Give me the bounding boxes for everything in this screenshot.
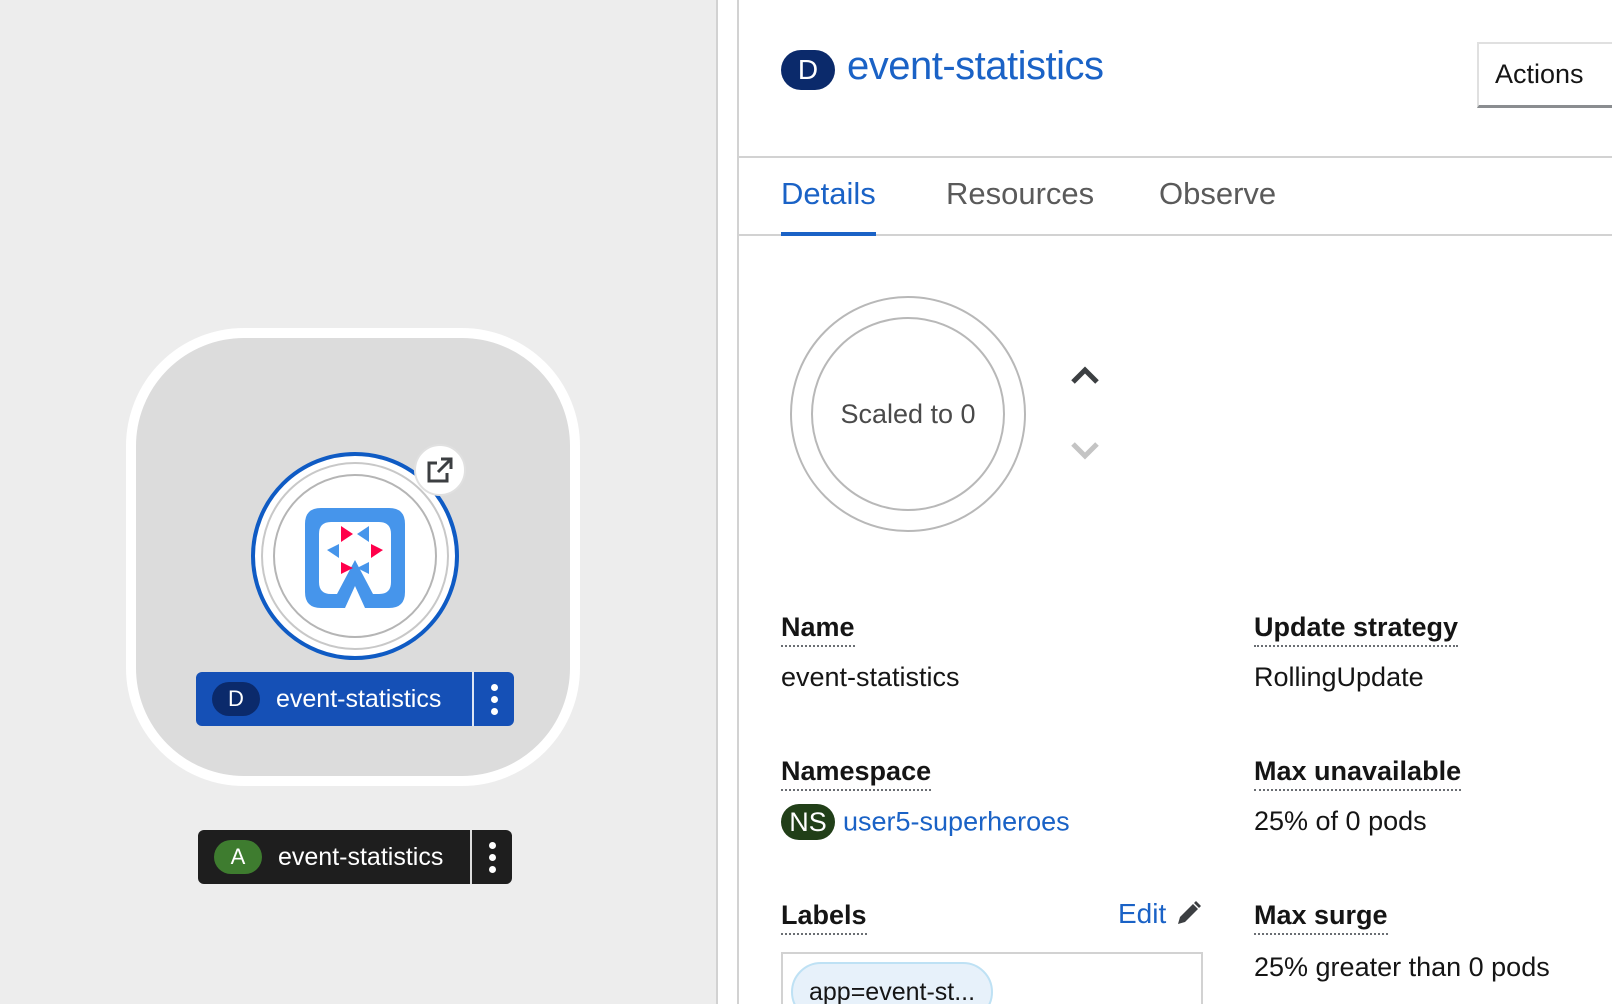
application-badge: A bbox=[214, 840, 262, 874]
deployment-node-label[interactable]: D event-statistics bbox=[196, 672, 514, 726]
panel-header: D event-statistics Actions bbox=[739, 0, 1612, 158]
external-link-icon bbox=[427, 457, 453, 483]
max-surge-value: 25% greater than 0 pods bbox=[1254, 952, 1550, 982]
name-label: Name bbox=[781, 612, 855, 647]
edit-labels-button[interactable]: Edit bbox=[1118, 898, 1202, 930]
chevron-up-icon[interactable] bbox=[1069, 362, 1101, 390]
kebab-menu-icon[interactable] bbox=[472, 672, 514, 726]
max-unavailable-label: Max unavailable bbox=[1254, 756, 1462, 791]
resource-title[interactable]: event-statistics bbox=[847, 44, 1104, 89]
application-group-name: event-statistics bbox=[278, 842, 444, 871]
panel-tabs: Details Resources Observe bbox=[739, 158, 1612, 236]
pod-status-text: Scaled to 0 bbox=[811, 317, 1005, 511]
edit-labels-text: Edit bbox=[1118, 898, 1167, 929]
namespace-link[interactable]: user5-superheroes bbox=[843, 807, 1070, 837]
max-surge-label: Max surge bbox=[1254, 900, 1388, 935]
chevron-down-icon[interactable] bbox=[1069, 436, 1101, 464]
pencil-icon bbox=[1178, 901, 1202, 924]
topology-canvas[interactable]: D event-statistics A event-statistics bbox=[0, 0, 718, 1004]
name-value: event-statistics bbox=[781, 662, 960, 692]
application-group-label[interactable]: A event-statistics bbox=[198, 830, 512, 884]
max-unavailable-value: 25% of 0 pods bbox=[1254, 806, 1427, 836]
resource-badge: D bbox=[781, 50, 835, 90]
tab-details[interactable]: Details bbox=[781, 176, 876, 236]
label-chip[interactable]: app=event-st... bbox=[791, 962, 994, 1004]
quarkus-logo-icon bbox=[305, 508, 405, 608]
labels-label: Labels bbox=[781, 900, 867, 935]
kebab-menu-icon[interactable] bbox=[470, 830, 512, 884]
actions-button[interactable]: Actions bbox=[1477, 42, 1612, 108]
resource-side-panel: D event-statistics Actions Details Resou… bbox=[737, 0, 1612, 1004]
pod-ring-chart: Scaled to 0 bbox=[790, 296, 1026, 532]
namespace-label: Namespace bbox=[781, 756, 932, 791]
open-url-button[interactable] bbox=[414, 444, 466, 496]
labels-container: app=event-st... bbox=[781, 952, 1203, 1004]
tab-resources[interactable]: Resources bbox=[946, 176, 1094, 236]
update-strategy-value: RollingUpdate bbox=[1254, 662, 1424, 692]
tab-observe[interactable]: Observe bbox=[1159, 176, 1276, 236]
namespace-value: NS user5-superheroes bbox=[781, 804, 1070, 840]
deployment-badge: D bbox=[212, 682, 260, 716]
deployment-node-name: event-statistics bbox=[276, 684, 442, 713]
namespace-badge: NS bbox=[781, 804, 835, 840]
update-strategy-label: Update strategy bbox=[1254, 612, 1459, 647]
